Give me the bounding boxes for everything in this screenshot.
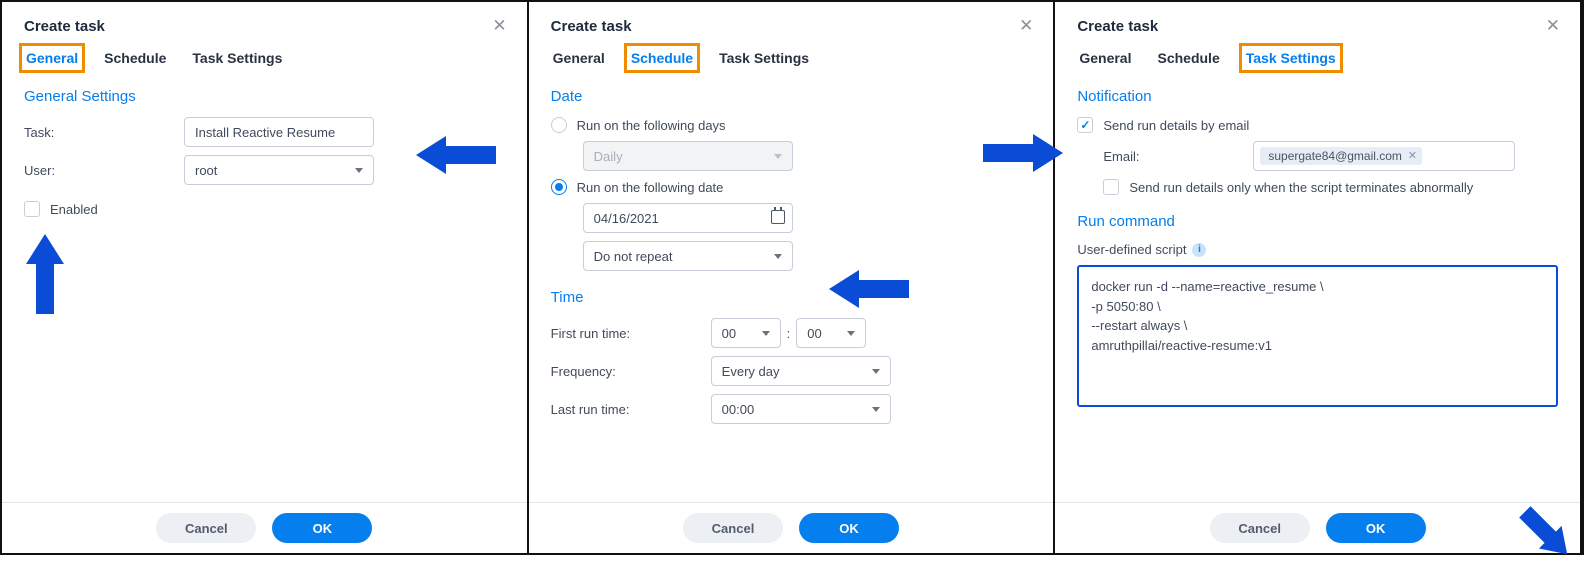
footer: Cancel OK	[1055, 502, 1580, 553]
titlebar: Create task ✕	[1055, 2, 1580, 46]
row-first-run: First run time: 00 : 00	[551, 318, 1032, 348]
row-repeat: Do not repeat	[551, 241, 1032, 271]
section-general-settings: General Settings	[24, 88, 505, 105]
dialog-title: Create task	[551, 18, 632, 35]
panel-task-settings: Create task ✕ General Schedule Task Sett…	[1055, 2, 1582, 553]
ok-button[interactable]: OK	[1326, 513, 1426, 543]
tabs: General Schedule Task Settings	[529, 46, 1054, 74]
content: Notification Send run details by email E…	[1055, 74, 1580, 502]
arrow-up-icon	[22, 234, 68, 314]
send-email-checkbox[interactable]	[1077, 117, 1093, 133]
titlebar: Create task ✕	[2, 2, 527, 46]
row-last-run: Last run time: 00:00	[551, 394, 1032, 424]
dialog-title: Create task	[24, 18, 105, 35]
dialog-title: Create task	[1077, 18, 1158, 35]
radio-run-days[interactable]	[551, 117, 567, 133]
close-icon[interactable]: ✕	[1019, 16, 1033, 36]
row-send-email: Send run details by email	[1077, 117, 1558, 133]
label-abnormal: Send run details only when the script te…	[1129, 180, 1473, 195]
chip-remove-icon[interactable]: ✕	[1408, 149, 1417, 162]
date-input[interactable]	[583, 203, 793, 233]
label-run-date: Run on the following date	[577, 180, 724, 195]
date-field[interactable]	[583, 203, 793, 233]
label-user: User:	[24, 163, 174, 178]
tabs: General Schedule Task Settings	[1055, 46, 1580, 74]
tab-task-settings[interactable]: Task Settings	[717, 48, 811, 68]
email-input[interactable]: supergate84@gmail.com ✕	[1253, 141, 1515, 171]
row-user-script-label: User-defined script i	[1077, 242, 1558, 257]
first-min-select[interactable]: 00	[796, 318, 866, 348]
info-icon[interactable]: i	[1192, 243, 1206, 257]
label-enabled: Enabled	[50, 202, 98, 217]
footer: Cancel OK	[529, 502, 1054, 553]
cancel-button[interactable]: Cancel	[1210, 513, 1310, 543]
section-notification: Notification	[1077, 88, 1558, 105]
tab-general[interactable]: General	[24, 48, 80, 68]
section-time: Time	[551, 289, 1032, 306]
label-run-days: Run on the following days	[577, 118, 726, 133]
user-select[interactable]: root	[184, 155, 374, 185]
tab-task-settings[interactable]: Task Settings	[1244, 48, 1338, 68]
arrow-left-icon	[416, 132, 496, 178]
label-user-script: User-defined script	[1077, 242, 1186, 257]
task-input[interactable]	[184, 117, 374, 147]
email-chip: supergate84@gmail.com ✕	[1260, 147, 1422, 165]
tab-task-settings[interactable]: Task Settings	[190, 48, 284, 68]
row-date-input	[551, 203, 1032, 233]
panel-general: Create task ✕ General Schedule Task Sett…	[2, 2, 529, 553]
label-frequency: Frequency:	[551, 364, 701, 379]
panel-schedule: Create task ✕ General Schedule Task Sett…	[529, 2, 1056, 553]
daily-select: Daily	[583, 141, 793, 171]
arrow-right-icon	[983, 130, 1063, 176]
section-date: Date	[551, 88, 1032, 105]
ok-button[interactable]: OK	[272, 513, 372, 543]
label-email: Email:	[1103, 149, 1243, 164]
label-send-email: Send run details by email	[1103, 118, 1249, 133]
time-selects: 00 : 00	[711, 318, 867, 348]
radio-run-date[interactable]	[551, 179, 567, 195]
tab-general[interactable]: General	[1077, 48, 1133, 68]
close-icon[interactable]: ✕	[492, 16, 506, 36]
row-run-date: Run on the following date	[551, 179, 1032, 195]
label-task: Task:	[24, 125, 174, 140]
section-run-command: Run command	[1077, 213, 1558, 230]
first-hour-select[interactable]: 00	[711, 318, 781, 348]
time-colon: :	[787, 326, 791, 341]
tab-schedule[interactable]: Schedule	[1155, 48, 1221, 68]
row-run-days: Run on the following days	[551, 117, 1032, 133]
row-daily: Daily	[551, 141, 1032, 171]
arrow-left-icon	[829, 266, 909, 312]
tab-schedule[interactable]: Schedule	[629, 48, 695, 68]
row-frequency: Frequency: Every day	[551, 356, 1032, 386]
last-run-select[interactable]: 00:00	[711, 394, 891, 424]
tab-schedule[interactable]: Schedule	[102, 48, 168, 68]
footer: Cancel OK	[2, 502, 527, 553]
row-email: Email: supergate84@gmail.com ✕	[1077, 141, 1558, 171]
content: Date Run on the following days Daily Run…	[529, 74, 1054, 502]
frequency-select[interactable]: Every day	[711, 356, 891, 386]
tabs: General Schedule Task Settings	[2, 46, 527, 74]
cancel-button[interactable]: Cancel	[683, 513, 783, 543]
script-textarea[interactable]: docker run -d --name=reactive_resume \ -…	[1077, 265, 1558, 407]
ok-button[interactable]: OK	[799, 513, 899, 543]
label-first-run: First run time:	[551, 326, 701, 341]
enabled-checkbox[interactable]	[24, 201, 40, 217]
repeat-select[interactable]: Do not repeat	[583, 241, 793, 271]
close-icon[interactable]: ✕	[1546, 16, 1560, 36]
label-last-run: Last run time:	[551, 402, 701, 417]
abnormal-checkbox[interactable]	[1103, 179, 1119, 195]
calendar-icon[interactable]	[771, 210, 785, 224]
row-enabled: Enabled	[24, 201, 505, 217]
titlebar: Create task ✕	[529, 2, 1054, 46]
row-abnormal: Send run details only when the script te…	[1077, 179, 1558, 195]
tab-general[interactable]: General	[551, 48, 607, 68]
cancel-button[interactable]: Cancel	[156, 513, 256, 543]
